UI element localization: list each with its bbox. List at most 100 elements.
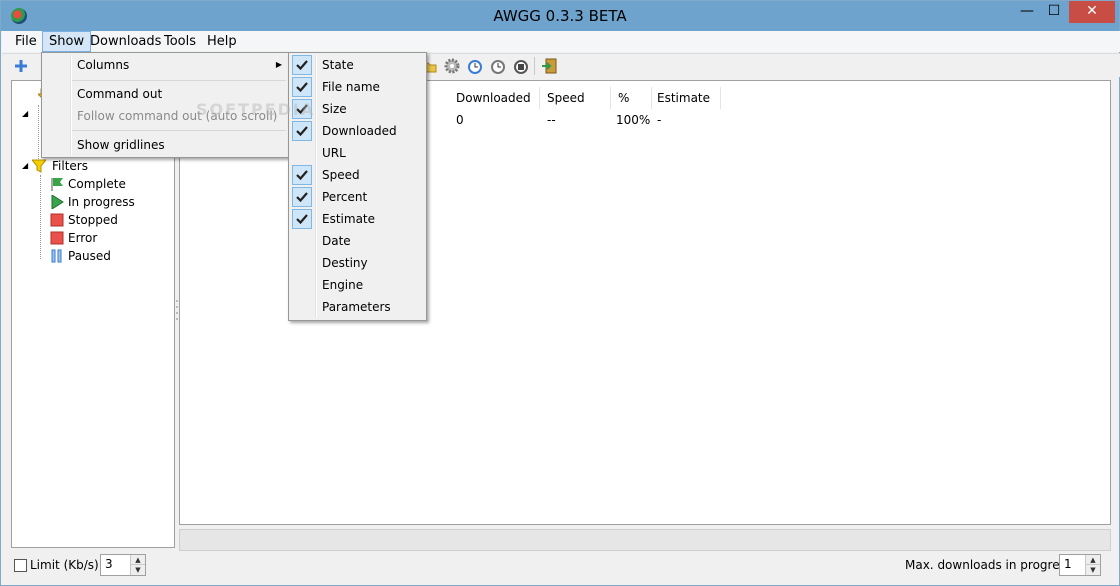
column-toggle-engine[interactable]: Engine — [291, 274, 424, 296]
menu-item-columns-label: Columns — [77, 58, 130, 72]
error-icon — [50, 231, 64, 245]
tree-label-stopped: Stopped — [68, 213, 118, 227]
column-toggle-label: Date — [322, 234, 351, 248]
clock-stop-icon[interactable] — [513, 58, 529, 74]
column-toggle-percent[interactable]: Percent — [291, 186, 424, 208]
tree-label-error: Error — [68, 231, 98, 245]
menu-item-show-gridlines-label: Show gridlines — [77, 138, 165, 152]
max-downloads-label: Max. downloads in progress: — [905, 558, 1077, 572]
column-toggle-state[interactable]: State — [291, 54, 424, 76]
cell-estimate[interactable]: - — [651, 111, 661, 129]
command-output-panel[interactable] — [179, 529, 1111, 551]
limit-checkbox[interactable] — [14, 559, 27, 572]
menu-item-show-gridlines[interactable]: Show gridlines — [44, 134, 286, 156]
column-toggle-label: Size — [322, 102, 347, 116]
column-toggle-label: Percent — [322, 190, 368, 204]
status-bar: Limit (Kb/s): 3 ▲ ▼ Max. downloads in pr… — [2, 552, 1120, 585]
toolbar-separator — [534, 57, 535, 75]
collapse-arrow-icon[interactable]: ◢ — [22, 157, 28, 175]
tree-item-in-progress[interactable]: In progress — [50, 193, 170, 211]
checkmark-icon — [292, 187, 312, 207]
column-header-downloaded[interactable]: Downloaded — [450, 87, 540, 109]
scheduler-icon[interactable] — [467, 58, 483, 74]
checkmark-icon — [292, 209, 312, 229]
exit-icon[interactable] — [541, 58, 557, 74]
menu-separator — [72, 80, 286, 81]
limit-value[interactable]: 3 — [105, 557, 113, 571]
menu-item-command-out-label: Command out — [77, 87, 163, 101]
menu-item-columns[interactable]: Columns ▶ — [44, 54, 286, 76]
green-flag-icon — [50, 177, 64, 191]
close-button[interactable]: ✕ — [1069, 1, 1115, 23]
filter-icon — [30, 159, 48, 173]
column-toggle-label: Downloaded — [322, 124, 397, 138]
clock-icon[interactable] — [490, 58, 506, 74]
tree-label-filters: Filters — [52, 159, 88, 173]
column-toggle-label: File name — [322, 80, 380, 94]
tree-item-stopped[interactable]: Stopped — [50, 211, 170, 229]
menu-bar: File Show Downloads Tools Help — [2, 31, 1120, 52]
tree-node-filters[interactable]: ◢ Filters — [22, 157, 172, 175]
menu-separator — [72, 130, 286, 131]
column-header-percent[interactable]: % — [612, 87, 652, 109]
limit-spinner-arrows[interactable]: ▲ ▼ — [130, 555, 145, 575]
spin-down-icon[interactable]: ▼ — [1086, 565, 1100, 575]
watermark: SOFTPEDIA — [196, 100, 316, 119]
stop-icon — [50, 213, 64, 227]
tree-node-queues[interactable]: ◢ — [22, 105, 42, 123]
cell-percent[interactable]: 100% — [610, 111, 650, 129]
max-downloads-spinner[interactable]: 1 ▲ ▼ — [1059, 554, 1101, 576]
menu-file[interactable]: File — [9, 31, 43, 52]
column-toggle-label: URL — [322, 146, 346, 160]
checkmark-icon — [292, 77, 312, 97]
column-toggle-parameters[interactable]: Parameters — [291, 296, 424, 318]
checkmark-icon — [292, 55, 312, 75]
tree-connector — [38, 105, 39, 161]
column-toggle-label: Estimate — [322, 212, 376, 226]
column-toggle-label: Parameters — [322, 300, 391, 314]
cell-speed[interactable]: -- — [541, 111, 556, 129]
column-toggle-speed[interactable]: Speed — [291, 164, 424, 186]
gear-icon[interactable] — [444, 58, 460, 74]
column-toggle-label: Speed — [322, 168, 360, 182]
pause-icon — [50, 249, 64, 263]
spin-down-icon[interactable]: ▼ — [131, 565, 145, 575]
column-toggle-downloaded[interactable]: Downloaded — [291, 120, 424, 142]
max-downloads-spinner-arrows[interactable]: ▲ ▼ — [1085, 555, 1100, 575]
window-title: AWGG 0.3.3 BETA — [493, 7, 627, 25]
tree-item-error[interactable]: Error — [50, 229, 170, 247]
collapse-arrow-icon[interactable]: ◢ — [22, 105, 28, 123]
tree-item-complete[interactable]: Complete — [50, 175, 170, 193]
spin-up-icon[interactable]: ▲ — [131, 555, 145, 565]
column-toggle-date[interactable]: Date — [291, 230, 424, 252]
column-toggle-destiny[interactable]: Destiny — [291, 252, 424, 274]
maximize-button[interactable]: ☐ — [1041, 1, 1067, 23]
limit-label: Limit (Kb/s): — [30, 558, 103, 572]
add-icon[interactable] — [13, 58, 29, 74]
column-header-estimate[interactable]: Estimate — [651, 87, 721, 109]
column-toggle-url[interactable]: URL — [291, 142, 424, 164]
tree-label-paused: Paused — [68, 249, 111, 263]
checkmark-icon — [292, 121, 312, 141]
menu-tools[interactable]: Tools — [158, 31, 202, 52]
app-window: AWGG 0.3.3 BETA — ☐ ✕ File Show Download… — [0, 0, 1120, 586]
column-toggle-estimate[interactable]: Estimate — [291, 208, 424, 230]
tree-item-paused[interactable]: Paused — [50, 247, 170, 265]
title-bar[interactable]: AWGG 0.3.3 BETA — ☐ ✕ — [1, 1, 1119, 31]
tree-connector — [40, 175, 41, 259]
column-toggle-label: Engine — [322, 278, 364, 292]
menu-help[interactable]: Help — [201, 31, 243, 52]
tree-label-complete: Complete — [68, 177, 126, 191]
column-header-speed[interactable]: Speed — [541, 87, 611, 109]
minimize-button[interactable]: — — [1014, 1, 1040, 23]
tree-label-in-progress: In progress — [68, 195, 135, 209]
max-downloads-value[interactable]: 1 — [1064, 557, 1072, 571]
spin-up-icon[interactable]: ▲ — [1086, 555, 1100, 565]
column-toggle-label: State — [322, 58, 354, 72]
cell-downloaded[interactable]: 0 — [450, 111, 464, 129]
column-toggle-file-name[interactable]: File name — [291, 76, 424, 98]
play-icon — [50, 194, 64, 210]
limit-spinner[interactable]: 3 ▲ ▼ — [100, 554, 146, 576]
checkmark-icon — [292, 165, 312, 185]
menu-downloads[interactable]: Downloads — [84, 31, 167, 52]
